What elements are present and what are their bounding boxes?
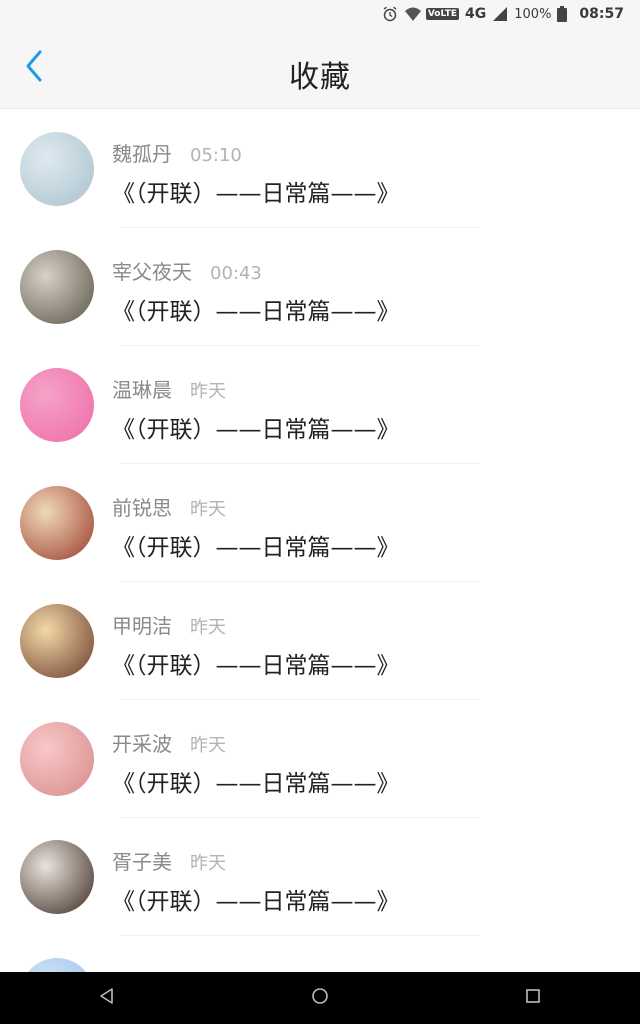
author-name: 宰父夜天 xyxy=(112,260,192,284)
signal-icon xyxy=(492,6,508,22)
favorite-item[interactable]: 胥子美 昨天《（开联）——日常篇——》 xyxy=(0,818,640,936)
nav-back-triangle-icon xyxy=(98,987,116,1009)
item-meta: 魏孤丹 05:10 xyxy=(112,138,242,167)
battery-icon xyxy=(557,6,573,22)
wifi-icon xyxy=(404,6,421,22)
volte-icon: VoLTE xyxy=(425,8,460,20)
item-time: 昨天 xyxy=(190,853,226,874)
item-title: 《（开联）——日常篇——》 xyxy=(112,417,400,443)
battery-percent: 100% xyxy=(514,6,552,22)
author-name: 魏孤丹 xyxy=(112,142,172,166)
avatar xyxy=(20,722,94,796)
author-name: 开采波 xyxy=(112,732,172,756)
item-meta: 温琳晨 昨天 xyxy=(112,374,226,403)
item-time: 昨天 xyxy=(190,499,226,520)
avatar xyxy=(20,368,94,442)
item-title: 《（开联）——日常篇——》 xyxy=(112,299,400,325)
item-time: 昨天 xyxy=(190,381,226,402)
status-time: 08:57 xyxy=(579,6,624,22)
item-title: 《（开联）——日常篇——》 xyxy=(112,889,400,915)
avatar xyxy=(20,132,94,206)
item-time: 昨天 xyxy=(190,617,226,638)
avatar xyxy=(20,250,94,324)
system-nav-bar xyxy=(0,972,640,1024)
author-name: 前锐思 xyxy=(112,496,172,520)
nav-home-circle-icon xyxy=(310,986,330,1010)
author-name: 温琳晨 xyxy=(112,378,172,402)
nav-back-button[interactable] xyxy=(77,978,137,1018)
author-name: 胥子美 xyxy=(112,850,172,874)
item-title: 《（开联）——日常篇——》 xyxy=(112,771,400,797)
status-bar: VoLTE 4G 100% 08:57 xyxy=(0,0,640,28)
nav-recents-square-icon xyxy=(525,988,541,1008)
avatar xyxy=(20,840,94,914)
item-meta: 甲明洁 昨天 xyxy=(112,610,226,639)
avatar xyxy=(20,604,94,678)
favorite-item[interactable]: 魏孤丹 05:10 《（开联）——日常篇——》 xyxy=(0,110,640,228)
item-time: 昨天 xyxy=(190,735,226,756)
item-time: 05:10 xyxy=(190,145,242,166)
favorites-list: 魏孤丹 05:10 《（开联）——日常篇——》 宰父夜天 00:43 《（开联）——日常篇… xyxy=(0,110,640,1024)
favorite-item[interactable]: 宰父夜天 00:43 《（开联）——日常篇——》 xyxy=(0,228,640,346)
item-meta: 胥子美 昨天 xyxy=(112,846,226,875)
avatar xyxy=(20,486,94,560)
nav-home-button[interactable] xyxy=(290,978,350,1018)
status-icons: VoLTE 4G 100% 08:57 xyxy=(382,0,624,28)
item-title: 《（开联）——日常篇——》 xyxy=(112,535,400,561)
nav-recents-button[interactable] xyxy=(503,978,563,1018)
favorites-screen: VoLTE 4G 100% 08:57 收藏 魏孤丹 05:10 《（开联）——… xyxy=(0,0,640,1024)
item-title: 《（开联）——日常篇——》 xyxy=(112,181,400,207)
alarm-icon xyxy=(382,6,398,22)
item-meta: 宰父夜天 00:43 xyxy=(112,256,262,285)
favorite-item[interactable]: 前锐思 昨天《（开联）——日常篇——》 xyxy=(0,464,640,582)
favorite-item[interactable]: 甲明洁 昨天《（开联）——日常篇——》 xyxy=(0,582,640,700)
item-meta: 开采波 昨天 xyxy=(112,728,226,757)
item-meta: 前锐思 昨天 xyxy=(112,492,226,521)
author-name: 甲明洁 xyxy=(112,614,172,638)
item-time: 00:43 xyxy=(210,263,262,284)
favorite-item[interactable]: 开采波 昨天《（开联）——日常篇——》 xyxy=(0,700,640,818)
item-title: 《（开联）——日常篇——》 xyxy=(112,653,400,679)
favorite-item[interactable]: 温琳晨 昨天《（开联）——日常篇——》 xyxy=(0,346,640,464)
network-type: 4G xyxy=(465,6,487,22)
page-title: 收藏 xyxy=(289,60,351,95)
app-header: 收藏 xyxy=(0,28,640,109)
